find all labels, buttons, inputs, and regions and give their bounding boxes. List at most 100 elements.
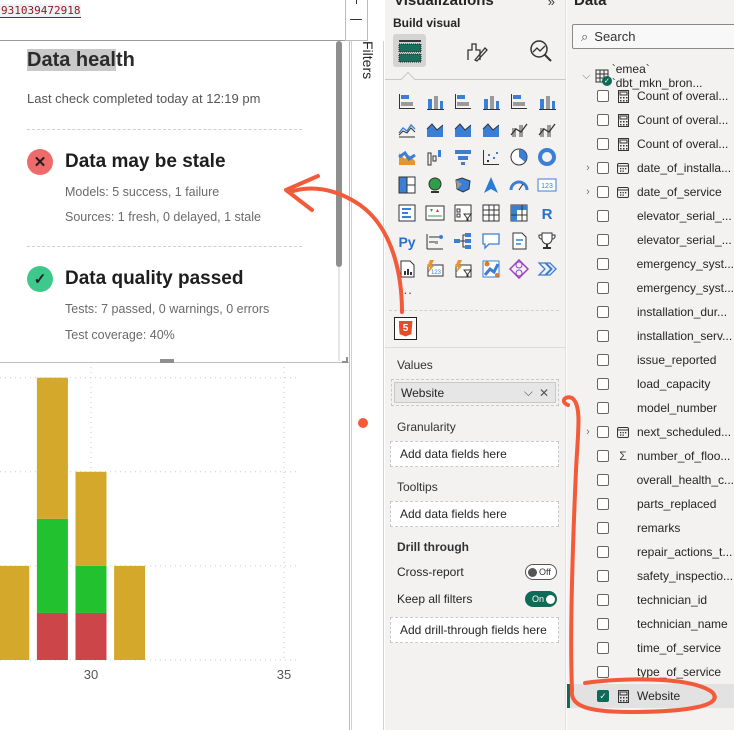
area-chart-button[interactable] — [421, 115, 449, 143]
decomposition-tree-button[interactable] — [449, 227, 477, 255]
field-row[interactable]: emergency_syst... — [567, 252, 734, 276]
field-checkbox[interactable] — [596, 474, 609, 486]
field-row[interactable]: Σnumber_of_floo... — [567, 444, 734, 468]
field-checkbox[interactable] — [597, 642, 609, 654]
field-checkbox[interactable] — [597, 138, 609, 150]
field-checkbox[interactable] — [597, 378, 609, 390]
stacked-column-chart[interactable]: 30 35 — [0, 363, 350, 730]
line-clustered-column-chart-button[interactable] — [505, 115, 533, 143]
scatter-chart-button[interactable] — [477, 143, 505, 171]
qna-button[interactable] — [477, 227, 505, 255]
python-visual-button[interactable]: Py — [393, 227, 421, 255]
data-health-visual[interactable]: Data health Last check completed today a… — [0, 41, 350, 363]
chevron-right-icon[interactable]: › — [581, 426, 595, 438]
filters-label[interactable]: Filters — [360, 41, 376, 79]
field-row[interactable]: elevator_serial_... — [567, 204, 734, 228]
100-stacked-area-chart-button[interactable] — [477, 115, 505, 143]
field-row[interactable]: overall_health_c... — [567, 468, 734, 492]
field-row[interactable]: Count of overal... — [567, 132, 734, 156]
field-row[interactable]: parts_replaced — [567, 492, 734, 516]
tooltips-drop-zone[interactable]: Add data fields here — [390, 501, 559, 527]
zoom-in-icon[interactable] — [356, 0, 357, 4]
field-row[interactable]: safety_inspectio... — [567, 564, 734, 588]
treemap-button[interactable] — [393, 171, 421, 199]
key-influencers-button[interactable] — [421, 227, 449, 255]
field-row[interactable]: installation_serv... — [567, 324, 734, 348]
chevron-down-icon[interactable]: ⌵ — [524, 385, 533, 400]
format-visual-tab[interactable] — [459, 34, 492, 67]
field-checkbox[interactable] — [597, 522, 609, 534]
azure-map-button[interactable] — [477, 171, 505, 199]
power-automate-filter-button[interactable] — [449, 255, 477, 283]
filled-map-button[interactable] — [449, 171, 477, 199]
smart-narrative-button[interactable] — [505, 227, 533, 255]
field-row[interactable]: installation_dur... — [567, 300, 734, 324]
keep-filters-toggle[interactable]: On — [525, 591, 557, 607]
line-stacked-column-chart-button[interactable] — [533, 115, 561, 143]
power-apps-button[interactable]: 123 — [421, 255, 449, 283]
values-well[interactable]: Website ⌵ ✕ — [391, 379, 559, 406]
field-checkbox[interactable] — [596, 282, 609, 294]
field-checkbox[interactable] — [597, 114, 609, 126]
funnel-chart-button[interactable] — [449, 143, 477, 171]
analytics-tab[interactable] — [524, 34, 557, 67]
granularity-drop-zone[interactable]: Add data fields here — [390, 441, 559, 467]
100-stacked-bar-chart-button[interactable] — [505, 87, 533, 115]
field-checkbox[interactable] — [597, 234, 609, 246]
field-checkbox[interactable] — [597, 402, 609, 414]
website-field-pill[interactable]: Website ⌵ ✕ — [394, 382, 556, 403]
clustered-column-chart-button[interactable] — [477, 87, 505, 115]
field-checkbox[interactable] — [597, 450, 609, 462]
field-row[interactable]: elevator_serial_... — [567, 228, 734, 252]
field-checkbox[interactable] — [597, 570, 609, 582]
donut-chart-button[interactable] — [533, 143, 561, 171]
arcgis-map-button[interactable] — [477, 255, 505, 283]
field-checkbox[interactable] — [597, 354, 609, 366]
field-row[interactable]: type_of_service — [567, 660, 734, 684]
field-row[interactable]: technician_id — [567, 588, 734, 612]
card-button[interactable]: 123 — [533, 171, 561, 199]
zoom-out-icon[interactable] — [350, 19, 362, 20]
field-row[interactable]: › next_scheduled... — [567, 420, 734, 444]
chevron-down-icon[interactable]: ⌵ — [580, 70, 593, 83]
kpi-button[interactable] — [421, 199, 449, 227]
matrix-button[interactable] — [505, 199, 533, 227]
url-link[interactable]: 931039472918 — [0, 4, 82, 18]
ribbon-chart-button[interactable] — [393, 143, 421, 171]
waterfall-chart-button[interactable] — [421, 143, 449, 171]
field-checkbox[interactable] — [597, 618, 609, 630]
r-visual-button[interactable]: R — [533, 199, 561, 227]
table-button[interactable] — [477, 199, 505, 227]
slicer-button[interactable] — [449, 199, 477, 227]
chevron-right-icon[interactable]: › — [581, 162, 595, 174]
field-checkbox[interactable] — [597, 666, 609, 678]
drill-through-drop-zone[interactable]: Add drill-through fields here — [390, 617, 559, 643]
field-row[interactable]: repair_actions_t... — [567, 540, 734, 564]
card-scrollbar[interactable] — [336, 41, 342, 267]
field-checkbox[interactable] — [596, 258, 609, 270]
field-row[interactable]: time_of_service — [567, 636, 734, 660]
field-checkbox[interactable] — [597, 186, 609, 198]
field-checkbox[interactable] — [597, 426, 609, 438]
field-row[interactable]: ✓ Website — [567, 684, 734, 708]
multi-row-card-button[interactable] — [393, 199, 421, 227]
power-automate-button[interactable] — [533, 255, 561, 283]
metrics-button[interactable] — [533, 227, 561, 255]
power-apps-diamond-button[interactable] — [505, 255, 533, 283]
clustered-bar-chart-button[interactable] — [449, 87, 477, 115]
remove-field-icon[interactable]: ✕ — [539, 386, 549, 400]
card-scroll-track[interactable] — [338, 267, 340, 361]
zoom-controls[interactable] — [345, 0, 368, 41]
field-row[interactable]: load_capacity — [567, 372, 734, 396]
data-search-input[interactable]: ⌕ Search — [572, 24, 734, 49]
line-chart-button[interactable] — [393, 115, 421, 143]
paginated-report-button[interactable] — [393, 255, 421, 283]
stacked-column-chart-button[interactable] — [421, 87, 449, 115]
field-checkbox[interactable] — [597, 162, 609, 174]
field-row[interactable]: Count of overal... — [567, 108, 734, 132]
gauge-button[interactable] — [505, 171, 533, 199]
field-checkbox[interactable] — [597, 306, 609, 318]
map-button[interactable] — [421, 171, 449, 199]
field-row[interactable]: Count of overal... — [567, 84, 734, 108]
filters-pane-collapsed[interactable]: Filters — [351, 41, 384, 730]
